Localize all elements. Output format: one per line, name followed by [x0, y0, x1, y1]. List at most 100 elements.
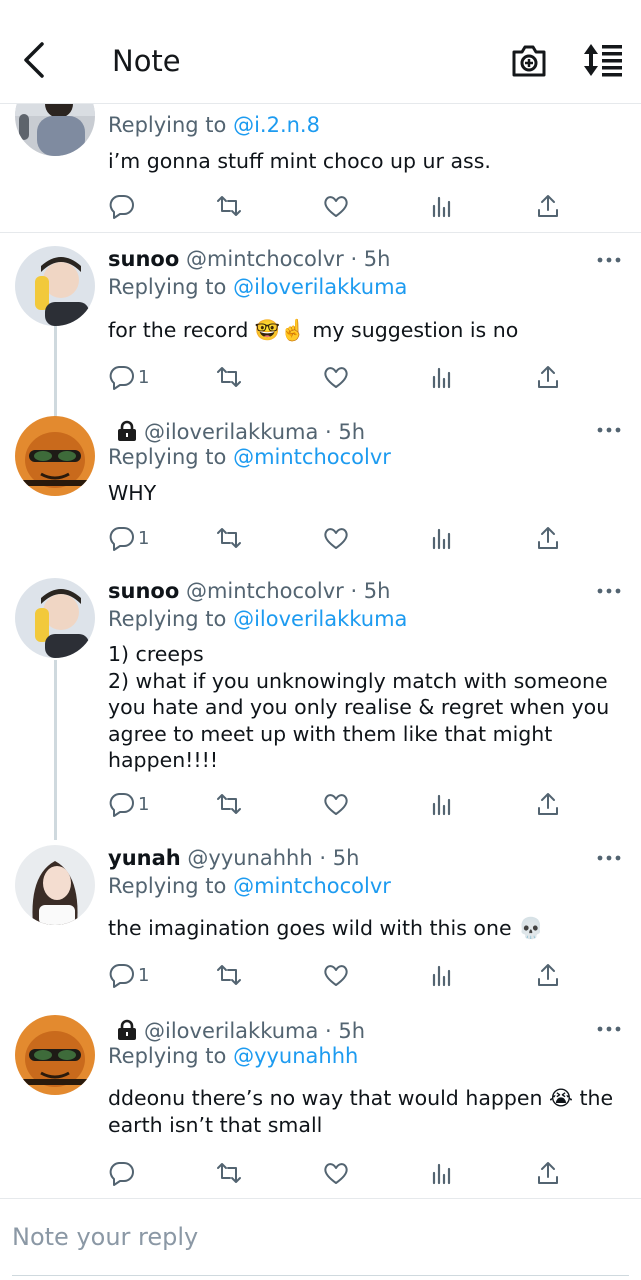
tweet-text: ddeonu there’s no way that would happen … — [108, 1086, 614, 1137]
retweet-button[interactable] — [215, 1153, 243, 1193]
like-button[interactable] — [322, 955, 350, 995]
views-button[interactable] — [429, 518, 457, 558]
reply-count: 1 — [138, 964, 150, 986]
more-options-icon[interactable] — [596, 255, 622, 265]
username[interactable]: @iloverilakkuma — [144, 1019, 318, 1043]
retweet-icon — [217, 794, 241, 814]
reply-handle-link[interactable]: @mintchocolvr — [233, 874, 391, 898]
page-title: Note — [112, 44, 181, 78]
timestamp: · 5h — [312, 846, 360, 870]
retweet-button[interactable] — [215, 784, 243, 824]
reply-handle-link[interactable]: @yyunahhh — [233, 1044, 358, 1068]
reply-handle-link[interactable]: @i.2.n.8 — [233, 113, 320, 137]
more-options-icon[interactable] — [596, 853, 622, 863]
avatar[interactable] — [15, 845, 95, 925]
tweet-text: 1) creeps 2) what if you unknowingly mat… — [108, 642, 610, 772]
more-options-icon[interactable] — [596, 586, 622, 596]
like-button[interactable] — [322, 357, 350, 397]
reply-button[interactable]: 1 — [108, 518, 149, 558]
display-name[interactable]: sunoo — [108, 247, 179, 271]
tweet-author-line: @iloverilakkuma · 5h — [108, 1019, 365, 1043]
views-button[interactable] — [429, 1153, 457, 1193]
username[interactable]: @iloverilakkuma — [144, 420, 318, 444]
heart-icon — [324, 367, 348, 388]
views-button[interactable] — [429, 357, 457, 397]
views-chart-icon — [432, 367, 451, 389]
tweet-author-line: sunoo @mintchocolvr · 5h — [108, 579, 390, 603]
camera-icon[interactable] — [510, 42, 548, 80]
replies-feed[interactable]: Replying to @i.2.n.8 i’m gonna stuff min… — [0, 104, 641, 1200]
replying-label: Replying to — [108, 113, 234, 137]
replying-to: Replying to @mintchocolvr — [108, 874, 391, 898]
views-chart-icon — [432, 965, 451, 987]
tweet-actions: 1 — [0, 518, 641, 558]
lock-emoji-icon — [118, 1019, 136, 1040]
views-button[interactable] — [429, 955, 457, 995]
replying-label: Replying to — [108, 1044, 234, 1068]
avatar[interactable] — [15, 1015, 95, 1095]
timestamp: · 5h — [318, 1019, 366, 1043]
sort-icon[interactable] — [582, 42, 626, 78]
retweet-icon — [217, 1163, 241, 1183]
replying-label: Replying to — [108, 607, 234, 631]
avatar[interactable] — [15, 416, 95, 496]
username[interactable]: @mintchocolvr — [186, 247, 344, 271]
tweet-text: WHY — [108, 481, 157, 505]
tweet-text: i’m gonna stuff mint choco up ur ass. — [108, 149, 491, 173]
reply-handle-link[interactable]: @mintchocolvr — [233, 445, 391, 469]
retweet-button[interactable] — [215, 186, 243, 226]
views-button[interactable] — [429, 784, 457, 824]
like-button[interactable] — [322, 186, 350, 226]
reply-input[interactable]: Note your reply — [12, 1223, 198, 1251]
tweet-text: for the record 🤓☝️ my suggestion is no — [108, 318, 519, 342]
retweet-button[interactable] — [215, 955, 243, 995]
reply-button[interactable]: 1 — [108, 357, 149, 397]
reply-count: 1 — [138, 366, 150, 388]
reply-button[interactable]: 1 — [108, 784, 149, 824]
avatar[interactable] — [15, 104, 95, 156]
views-button[interactable] — [429, 186, 457, 226]
retweet-button[interactable] — [215, 357, 243, 397]
like-button[interactable] — [322, 1153, 350, 1193]
share-button[interactable] — [534, 357, 562, 397]
tweet-author-line: sunoo @mintchocolvr · 5h — [108, 247, 390, 271]
share-button[interactable] — [534, 186, 562, 226]
retweet-icon — [217, 528, 241, 548]
like-button[interactable] — [322, 518, 350, 558]
reply-composer[interactable]: Note your reply — [0, 1198, 641, 1280]
more-options-icon[interactable] — [596, 425, 622, 435]
more-options-icon[interactable] — [596, 1024, 622, 1034]
share-icon — [538, 793, 558, 815]
heart-icon — [324, 794, 348, 815]
reply-handle-link[interactable]: @iloverilakkuma — [233, 275, 407, 299]
reply-button[interactable] — [108, 1153, 138, 1193]
display-name[interactable]: sunoo — [108, 579, 179, 603]
reply-button[interactable] — [108, 186, 138, 226]
replying-label: Replying to — [108, 275, 234, 299]
reply-button[interactable]: 1 — [108, 955, 149, 995]
username[interactable]: @yyunahhh — [187, 846, 312, 870]
share-icon — [538, 1162, 558, 1184]
share-button[interactable] — [534, 784, 562, 824]
reply-handle-link[interactable]: @iloverilakkuma — [233, 607, 407, 631]
share-button[interactable] — [534, 518, 562, 558]
top-bar: Note — [0, 0, 641, 104]
like-button[interactable] — [322, 784, 350, 824]
tweet-text: the imagination goes wild with this one … — [108, 916, 544, 940]
share-button[interactable] — [534, 1153, 562, 1193]
tweet-divider — [0, 232, 641, 233]
heart-icon — [324, 1163, 348, 1184]
back-arrow-icon[interactable] — [18, 40, 52, 80]
avatar[interactable] — [15, 578, 95, 658]
username[interactable]: @mintchocolvr — [186, 579, 344, 603]
share-button[interactable] — [534, 955, 562, 995]
views-chart-icon — [432, 196, 451, 218]
reply-icon — [109, 195, 134, 219]
display-name[interactable]: yunah — [108, 846, 181, 870]
replying-to: Replying to @yyunahhh — [108, 1044, 358, 1068]
avatar[interactable] — [15, 246, 95, 326]
retweet-button[interactable] — [215, 518, 243, 558]
timestamp: · 5h — [343, 579, 391, 603]
share-icon — [538, 527, 558, 549]
heart-icon — [324, 196, 348, 217]
